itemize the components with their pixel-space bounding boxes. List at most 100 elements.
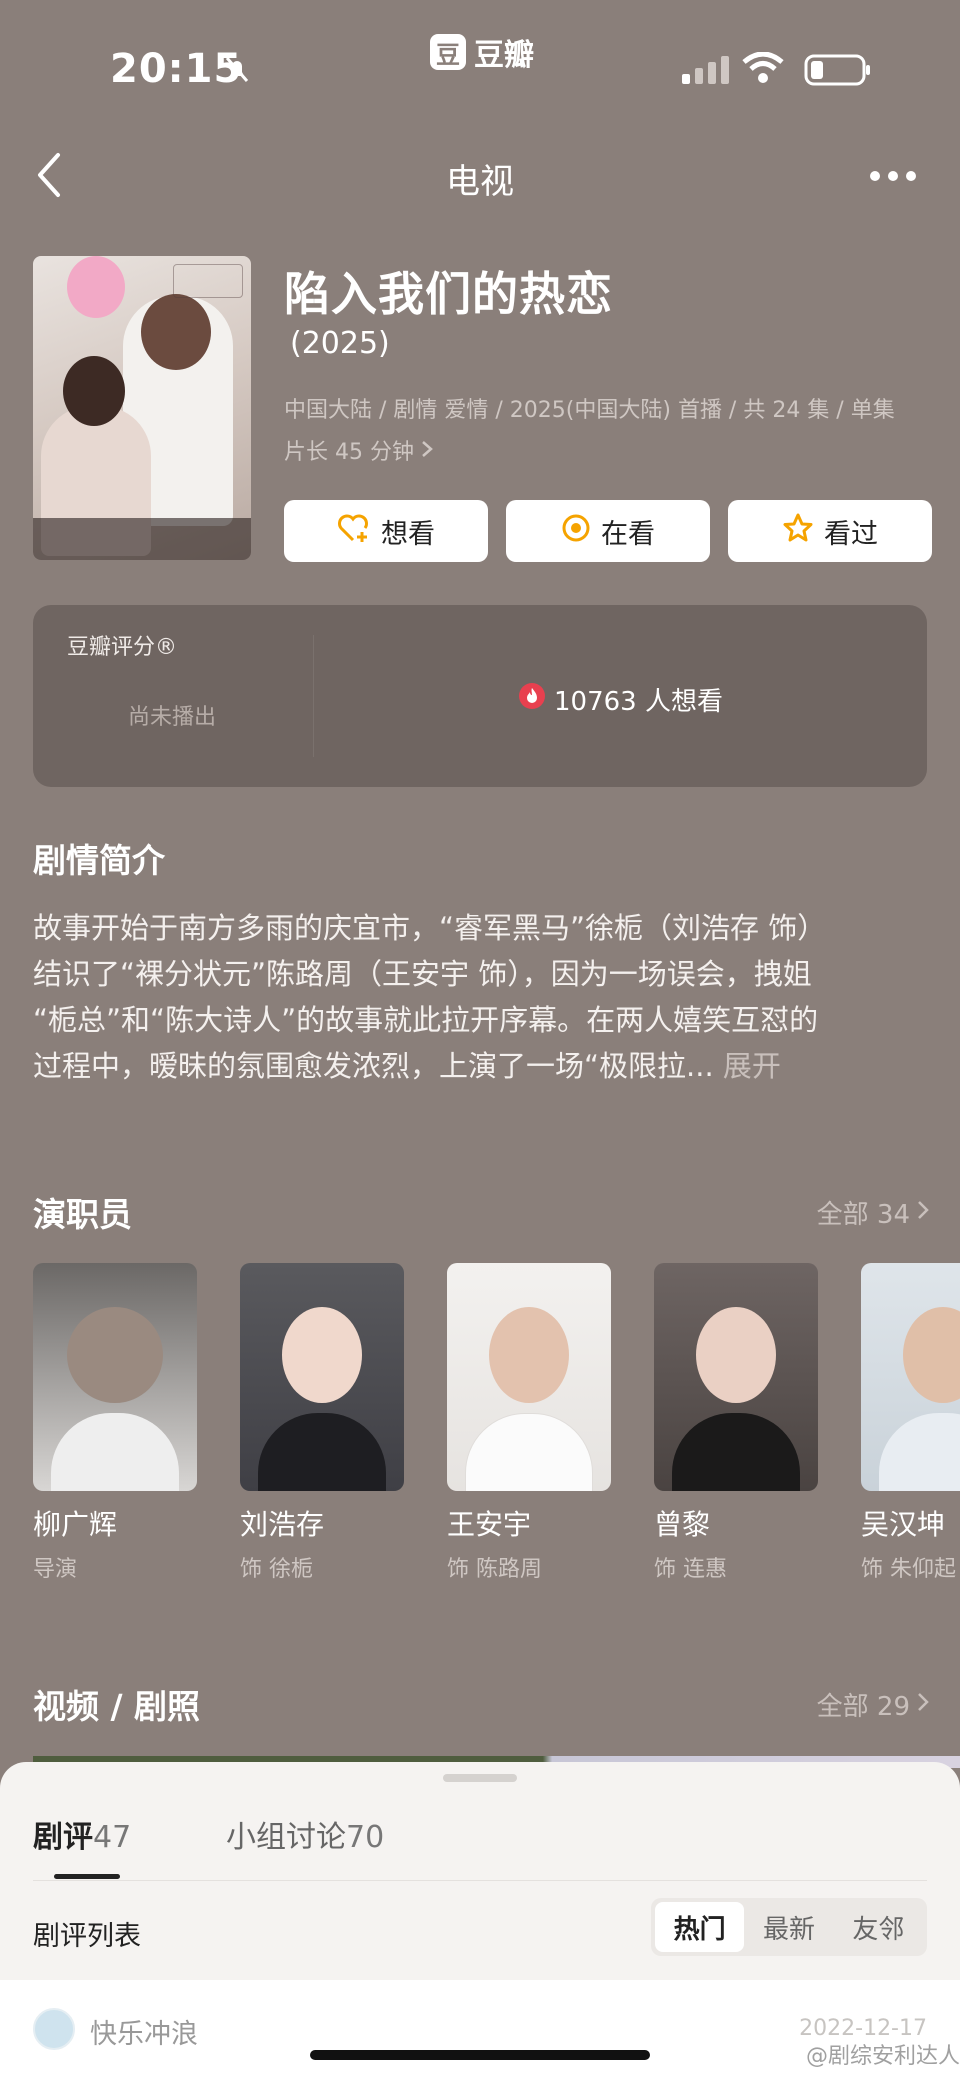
signal-icon bbox=[682, 56, 732, 88]
cast-photo bbox=[861, 1263, 960, 1491]
cast-role: 饰 徐栀 bbox=[240, 1557, 313, 1582]
synopsis-line: 过程中，暧昧的氛围愈发浓烈，上演了一场“极限拉... bbox=[33, 1049, 714, 1083]
cast-card[interactable]: 吴汉坤 饰 朱仰起 bbox=[861, 1263, 960, 1583]
synopsis-text[interactable]: 故事开始于南方多雨的庆宜市，“睿军黑马”徐栀（刘浩存 饰） 结识了“裸分状元”陈… bbox=[33, 905, 933, 1089]
synopsis-line: 结识了“裸分状元”陈路周（王安宇 饰），因为一场误会，拽姐 bbox=[33, 957, 812, 991]
sort-hot-button[interactable]: 热门 bbox=[655, 1902, 745, 1952]
bell-muted-icon bbox=[222, 54, 252, 88]
media-see-all-link[interactable]: 全部 29 bbox=[817, 1686, 930, 1723]
watched-label: 看过 bbox=[824, 518, 878, 550]
cast-card[interactable]: 刘浩存 饰 徐栀 bbox=[240, 1263, 404, 1583]
cast-card[interactable]: 王安宇 饰 陈路周 bbox=[447, 1263, 611, 1583]
rating-card[interactable]: 豆瓣评分® 尚未播出 10763 人想看 bbox=[33, 605, 927, 787]
rating-label: 豆瓣评分® bbox=[67, 635, 178, 660]
rating-status: 尚未播出 bbox=[128, 705, 217, 730]
cast-name: 吴汉坤 bbox=[861, 1508, 946, 1541]
status-bar: 20:15 豆 豆瓣 bbox=[0, 0, 960, 140]
douban-logo-icon: 豆 bbox=[430, 34, 466, 70]
cast-photo bbox=[33, 1263, 197, 1491]
cast-name: 柳广辉 bbox=[33, 1508, 118, 1541]
cast-name: 曾黎 bbox=[654, 1508, 711, 1541]
want-count: 10763 人想看 bbox=[518, 681, 723, 718]
poster-caption-band bbox=[33, 518, 251, 560]
watched-button[interactable]: 看过 bbox=[728, 500, 932, 562]
sort-segmented-control: 热门 最新 友邻 bbox=[651, 1898, 927, 1956]
star-icon bbox=[782, 512, 814, 551]
poster-head-female bbox=[63, 356, 125, 426]
cast-role: 饰 连惠 bbox=[654, 1557, 727, 1582]
chevron-right-icon bbox=[916, 1198, 930, 1228]
show-year: (2025) bbox=[290, 326, 390, 361]
chevron-right-icon bbox=[420, 440, 434, 465]
watermark-text: @剧综安利达人 bbox=[805, 2044, 960, 2069]
reviewer-name[interactable]: 快乐冲浪 bbox=[90, 2012, 198, 2051]
chevron-right-icon bbox=[916, 1690, 930, 1720]
cast-list: 柳广辉 导演 刘浩存 饰 徐栀 王安宇 饰 陈路周 曾黎 饰 连惠 吴汉坤 饰 … bbox=[33, 1263, 960, 1593]
wifi-icon bbox=[742, 51, 784, 88]
synopsis-line: 故事开始于南方多雨的庆宜市，“睿军黑马”徐栀（刘浩存 饰） bbox=[33, 911, 827, 945]
nav-bar: 电视 bbox=[0, 140, 960, 210]
cast-photo bbox=[654, 1263, 818, 1491]
want-to-watch-label: 想看 bbox=[381, 518, 435, 550]
app-name: 豆瓣 bbox=[474, 38, 534, 73]
heart-plus-icon bbox=[337, 512, 371, 551]
cast-name: 刘浩存 bbox=[240, 1508, 325, 1541]
show-meta-line1: 中国大陆 / 剧情 爱情 / 2025(中国大陆) 首播 / 共 24 集 / … bbox=[284, 398, 895, 423]
cast-body bbox=[51, 1413, 179, 1491]
fire-icon bbox=[518, 682, 546, 717]
tab-group-discussions[interactable]: 小组讨论70 bbox=[226, 1812, 384, 1856]
tab-groups-count: 70 bbox=[346, 1820, 385, 1855]
cast-face bbox=[67, 1307, 163, 1403]
review-list-title: 剧评列表 bbox=[33, 1921, 141, 1952]
show-poster[interactable] bbox=[33, 256, 251, 560]
battery-icon bbox=[804, 54, 872, 90]
cast-body bbox=[465, 1413, 593, 1491]
cast-body bbox=[258, 1413, 386, 1491]
cast-card[interactable]: 柳广辉 导演 bbox=[33, 1263, 197, 1583]
cast-see-all-link[interactable]: 全部 34 bbox=[817, 1194, 930, 1231]
tab-reviews-label: 剧评 bbox=[33, 1820, 93, 1855]
sort-friends-button[interactable]: 友邻 bbox=[834, 1902, 923, 1952]
app-badge[interactable]: 豆 豆瓣 bbox=[430, 30, 534, 74]
cast-card[interactable]: 曾黎 饰 连惠 bbox=[654, 1263, 818, 1583]
more-options-icon[interactable] bbox=[868, 168, 918, 187]
expand-link[interactable]: 展开 bbox=[723, 1049, 781, 1083]
watching-label: 在看 bbox=[601, 518, 655, 550]
tab-reviews[interactable]: 剧评47 bbox=[33, 1812, 131, 1856]
cast-face bbox=[282, 1307, 362, 1403]
cast-body bbox=[672, 1413, 800, 1491]
want-count-text: 10763 人想看 bbox=[554, 687, 723, 717]
cast-section-title: 演职员 bbox=[33, 1195, 132, 1234]
cast-role: 饰 朱仰起 bbox=[861, 1557, 956, 1582]
want-to-watch-button[interactable]: 想看 bbox=[284, 500, 488, 562]
show-meta-line2: 片长 45 分钟 bbox=[284, 440, 414, 465]
cast-face bbox=[489, 1307, 569, 1403]
review-item[interactable]: 快乐冲浪 2022-12-17 bbox=[0, 1980, 960, 2086]
synopsis-line: “栀总”和“陈大诗人”的故事就此拉开序幕。在两人嬉笑互怼的 bbox=[33, 1003, 819, 1037]
media-see-all-label: 全部 29 bbox=[816, 1692, 910, 1722]
cast-face bbox=[696, 1307, 776, 1403]
rating-divider bbox=[313, 635, 314, 757]
watching-button[interactable]: 在看 bbox=[506, 500, 710, 562]
cast-body bbox=[879, 1413, 960, 1491]
cast-role: 饰 陈路周 bbox=[447, 1557, 542, 1582]
sort-newest-button[interactable]: 最新 bbox=[744, 1902, 833, 1952]
cast-face bbox=[903, 1307, 960, 1403]
reviews-bottom-sheet: 剧评47 小组讨论70 剧评列表 热门 最新 友邻 快乐冲浪 2022-12-1… bbox=[0, 1762, 960, 2086]
poster-head-male bbox=[141, 294, 211, 370]
poster-logo bbox=[173, 264, 243, 298]
cast-photo bbox=[240, 1263, 404, 1491]
sheet-drag-handle[interactable] bbox=[443, 1774, 517, 1782]
show-title: 陷入我们的热恋 bbox=[284, 267, 613, 321]
page-title: 电视 bbox=[446, 162, 514, 202]
avatar[interactable] bbox=[33, 2008, 75, 2050]
tab-groups-label: 小组讨论 bbox=[226, 1820, 346, 1855]
synopsis-title: 剧情简介 bbox=[33, 841, 165, 880]
media-section-title: 视频 / 剧照 bbox=[33, 1687, 201, 1726]
home-indicator[interactable] bbox=[310, 2050, 650, 2060]
cast-photo bbox=[447, 1263, 611, 1491]
sheet-divider bbox=[33, 1880, 927, 1881]
cast-see-all-label: 全部 34 bbox=[816, 1200, 910, 1230]
cast-role: 导演 bbox=[33, 1557, 78, 1582]
show-meta[interactable]: 中国大陆 / 剧情 爱情 / 2025(中国大陆) 首播 / 共 24 集 / … bbox=[284, 390, 934, 474]
